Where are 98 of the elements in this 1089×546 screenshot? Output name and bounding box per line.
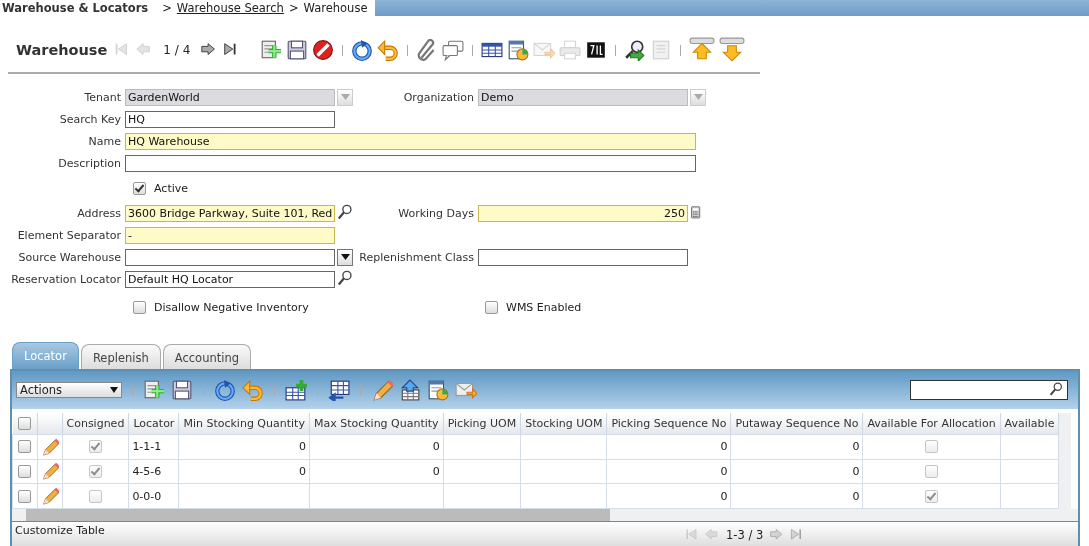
breadcrumb-link[interactable]: Warehouse Search bbox=[176, 1, 284, 15]
column-header[interactable]: Min Stocking Quantity bbox=[178, 413, 310, 435]
refresh-icon[interactable] bbox=[351, 39, 374, 61]
table-up-arrow-icon[interactable] bbox=[399, 379, 421, 401]
table-cell: 4-5-6 bbox=[128, 459, 179, 484]
pencil-icon[interactable] bbox=[40, 462, 59, 481]
search-icon[interactable] bbox=[1049, 382, 1065, 398]
input-field[interactable] bbox=[125, 154, 696, 172]
actions-dropdown[interactable]: Actions bbox=[16, 382, 122, 398]
caret-icon bbox=[340, 254, 350, 260]
pencil-icon[interactable] bbox=[371, 379, 393, 401]
column-header[interactable]: Available For Allocation bbox=[862, 413, 1001, 435]
magnifier-arrow-icon[interactable] bbox=[624, 39, 647, 61]
horizontal-scrollbar[interactable] bbox=[12, 509, 1078, 521]
dropdown-button[interactable] bbox=[337, 248, 353, 266]
input-field[interactable]: - bbox=[125, 226, 335, 244]
customize-table-link[interactable]: Customize Table bbox=[15, 524, 105, 537]
select-all-checkbox[interactable] bbox=[18, 416, 31, 430]
down-arrow-icon[interactable] bbox=[719, 37, 746, 63]
tab[interactable]: Replenish bbox=[80, 344, 161, 369]
table-cell: 0 bbox=[309, 459, 444, 484]
undo-arrow-icon[interactable] bbox=[377, 39, 400, 61]
checkbox-label: Disallow Negative Inventory bbox=[154, 300, 309, 314]
table-plus-icon[interactable] bbox=[285, 379, 307, 401]
input-field[interactable]: 250 bbox=[478, 204, 688, 222]
search-icon[interactable] bbox=[337, 204, 355, 222]
column-header[interactable]: Locator bbox=[128, 413, 179, 435]
table-cell: 0 bbox=[730, 434, 863, 460]
table-cell: 0 bbox=[178, 434, 310, 460]
search-icon[interactable] bbox=[337, 270, 355, 288]
breadcrumb-separator: > bbox=[162, 1, 172, 15]
column-header[interactable]: Stocking UOM bbox=[520, 413, 607, 435]
caret-icon bbox=[110, 387, 118, 393]
checkbox[interactable] bbox=[485, 300, 498, 314]
pencil-icon[interactable] bbox=[40, 487, 59, 506]
field-label: Reservation Locator bbox=[11, 272, 121, 286]
new-document-icon[interactable] bbox=[260, 39, 283, 61]
dropdown-field[interactable]: Demo bbox=[478, 88, 688, 106]
tab[interactable]: Accounting bbox=[162, 344, 251, 369]
table-cell: 1-1-1 bbox=[128, 434, 179, 460]
refresh-icon[interactable] bbox=[214, 379, 236, 401]
input-field[interactable]: HQ bbox=[125, 110, 335, 128]
page-indicator: 1-3 / 3 bbox=[726, 528, 764, 542]
field-label: Name bbox=[88, 134, 121, 148]
dropdown-field[interactable]: GardenWorld bbox=[125, 88, 335, 106]
window-title: Warehouse & Locators bbox=[2, 1, 149, 15]
checkbox-label: Active bbox=[154, 181, 189, 195]
row-checkbox[interactable] bbox=[18, 489, 32, 503]
field-label: Description bbox=[58, 156, 121, 170]
table-cell: 0 bbox=[606, 459, 731, 484]
field-label: Tenant bbox=[84, 90, 121, 104]
table-cell: 0 bbox=[178, 459, 310, 484]
breadcrumb-separator: > bbox=[288, 1, 299, 15]
field-label: Source Warehouse bbox=[18, 250, 121, 264]
chat-bubbles-icon[interactable] bbox=[442, 39, 465, 61]
dropdown-field[interactable] bbox=[125, 248, 335, 266]
input-field[interactable]: 3600 Bridge Parkway, Suite 101, Red bbox=[125, 204, 335, 222]
field-label: Working Days bbox=[398, 206, 474, 220]
column-header[interactable]: Consigned bbox=[62, 413, 129, 435]
archive-box-icon[interactable] bbox=[585, 39, 608, 61]
field-label: Replenishment Class bbox=[359, 250, 474, 264]
column-header[interactable]: Picking Sequence No bbox=[606, 413, 731, 435]
delete-icon[interactable] bbox=[312, 39, 335, 61]
checkbox-label: WMS Enabled bbox=[506, 300, 582, 314]
breadcrumb-current: Warehouse bbox=[303, 1, 368, 15]
column-header[interactable]: Putaway Sequence No bbox=[730, 413, 863, 435]
checkbox[interactable] bbox=[133, 181, 146, 195]
vertical-scrollbar[interactable] bbox=[1059, 413, 1072, 509]
undo-arrow-icon[interactable] bbox=[242, 379, 264, 401]
table-cell: 0 bbox=[730, 483, 863, 509]
input-field[interactable] bbox=[478, 248, 688, 266]
column-header[interactable]: Available bbox=[1000, 413, 1059, 435]
table-cell: 0 bbox=[309, 434, 444, 460]
caret-icon bbox=[340, 94, 350, 100]
column-header[interactable]: Max Stocking Quantity bbox=[309, 413, 444, 435]
report-chart-icon[interactable] bbox=[427, 379, 449, 401]
table-cell: 0 bbox=[730, 459, 863, 484]
table-arrow-icon[interactable] bbox=[328, 379, 350, 401]
row-checkbox[interactable] bbox=[18, 464, 32, 478]
field-label: Address bbox=[77, 206, 121, 220]
field-label: Search Key bbox=[59, 112, 121, 126]
new-document-icon[interactable] bbox=[143, 379, 165, 401]
field-label: Organization bbox=[403, 90, 474, 104]
record-title: Warehouse bbox=[16, 42, 108, 58]
record-position: 1 / 4 bbox=[163, 43, 191, 57]
input-field[interactable]: Default HQ Locator bbox=[125, 270, 335, 288]
table-cell: 0 bbox=[606, 434, 731, 460]
field-label: Element Separator bbox=[17, 228, 121, 242]
column-header[interactable]: Picking UOM bbox=[443, 413, 521, 435]
report-chart-icon[interactable] bbox=[507, 39, 530, 61]
table-cell: 0 bbox=[606, 483, 731, 509]
checkbox[interactable] bbox=[133, 300, 146, 314]
table-cell: 0-0-0 bbox=[128, 483, 179, 509]
search-field[interactable] bbox=[910, 380, 1068, 400]
row-checkbox[interactable] bbox=[18, 440, 32, 454]
pencil-icon[interactable] bbox=[40, 437, 59, 456]
caret-icon bbox=[693, 94, 703, 100]
input-field[interactable]: HQ Warehouse bbox=[125, 132, 696, 150]
